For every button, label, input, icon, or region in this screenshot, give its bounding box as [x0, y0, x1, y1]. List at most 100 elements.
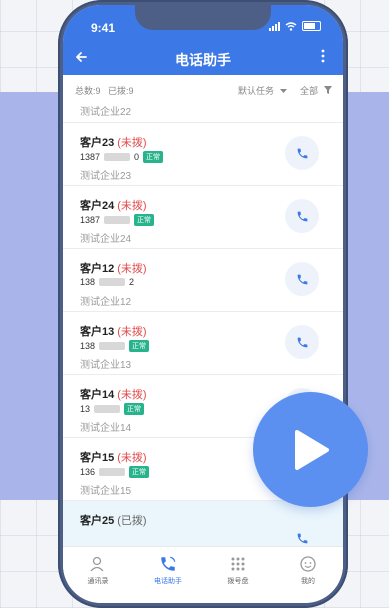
contact-name-line: 客户23 (未拨)	[80, 134, 147, 150]
contact-name-line: 客户14 (未拨)	[80, 386, 147, 402]
phone-prefix: 1387	[80, 215, 101, 225]
company-name: 测试企业14	[80, 423, 132, 434]
phone-number: 138 2	[80, 277, 134, 287]
phone-prefix: 138	[80, 277, 96, 287]
company-name: 测试企业23	[80, 171, 132, 182]
company-name: 测试企业15	[80, 486, 132, 497]
phone-screen: 9:41 电话助手 总数:9 已拨:9 默认任务 全部 测试企业22 客户23 …	[63, 5, 343, 603]
company-name: 测试企业22	[80, 107, 132, 118]
filter-icon	[323, 86, 332, 94]
masked-digits	[104, 216, 131, 224]
contact-name: 客户13	[80, 326, 115, 338]
phone-suffix: 2	[129, 277, 135, 287]
masked-digits	[99, 278, 126, 286]
total-count: 总数:9	[75, 86, 101, 96]
phone-prefix: 1387	[80, 152, 101, 162]
contact-name: 客户23	[80, 137, 115, 149]
filter-bar: 总数:9 已拨:9 默认任务 全部	[63, 75, 343, 101]
play-button[interactable]	[253, 392, 368, 507]
call-button[interactable]	[285, 325, 319, 359]
phone-number: 13 正常	[80, 403, 145, 415]
all-filter[interactable]: 全部	[300, 84, 332, 97]
company-name: 测试企业12	[80, 297, 132, 308]
contact-name-line: 客户13 (未拨)	[80, 323, 147, 339]
contact-name: 客户25	[80, 515, 115, 527]
status-badge: 正常	[134, 214, 155, 226]
phone-icon	[297, 148, 307, 158]
wifi-icon	[285, 21, 297, 31]
tab-label: 电话助手	[154, 578, 182, 585]
phone-prefix: 13	[80, 404, 91, 414]
call-status: (未拨)	[117, 200, 147, 212]
contact-name: 客户14	[80, 389, 115, 401]
call-status: (未拨)	[117, 137, 147, 149]
phone-notch	[135, 5, 271, 30]
list-item[interactable]: 客户13 (未拨) 138 正常 测试企业13	[63, 312, 343, 375]
battery-icon	[302, 21, 321, 31]
call-status: (未拨)	[117, 263, 147, 275]
contact-name: 客户15	[80, 452, 115, 464]
list-item[interactable]: 客户23 (未拨) 1387 0 正常 测试企业23	[63, 123, 343, 186]
masked-digits	[99, 342, 126, 350]
contact-name: 客户12	[80, 263, 115, 275]
tab-label: 通讯录	[87, 578, 109, 585]
status-badge: 正常	[129, 340, 150, 352]
tab-contacts[interactable]: 通讯录	[63, 547, 133, 603]
contact-name-line: 客户24 (未拨)	[80, 197, 147, 213]
play-icon	[294, 429, 329, 470]
app-header: 9:41 电话助手	[63, 5, 343, 75]
contacts-icon	[90, 556, 104, 572]
status-badge: 正常	[129, 466, 150, 478]
phone-icon	[297, 337, 307, 347]
status-badge: 正常	[124, 403, 145, 415]
contact-name-line: 客户15 (未拨)	[80, 449, 147, 465]
tab-bar: 通讯录 电话助手 拨号盘 我的	[63, 546, 343, 603]
phone-number: 136 正常	[80, 466, 150, 478]
phone-number: 1387 正常	[80, 214, 155, 226]
call-button[interactable]	[285, 199, 319, 233]
tab-label: 拨号盘	[227, 578, 249, 585]
status-badge: 正常	[143, 151, 164, 163]
tab-label: 我的	[301, 578, 315, 585]
tab-dialpad[interactable]: 拨号盘	[203, 547, 273, 603]
phone-number: 138 正常	[80, 340, 150, 352]
contact-name: 客户24	[80, 200, 115, 212]
masked-digits	[104, 153, 131, 161]
call-button[interactable]	[285, 136, 319, 170]
call-status: (未拨)	[117, 452, 147, 464]
dialpad-icon	[231, 557, 245, 571]
list-item[interactable]: 客户12 (未拨) 138 2 测试企业12	[63, 249, 343, 312]
call-status: (未拨)	[117, 389, 147, 401]
profile-icon	[300, 556, 316, 572]
call-status: (未拨)	[117, 326, 147, 338]
masked-digits	[99, 468, 126, 476]
page-title: 电话助手	[175, 52, 231, 68]
all-filter-label: 全部	[300, 86, 319, 96]
tab-mine[interactable]: 我的	[273, 547, 343, 603]
more-menu-icon[interactable]	[321, 49, 325, 68]
contact-name-line: 客户25 (已拨)	[80, 512, 147, 528]
dialed-count: 已拨:9	[108, 86, 134, 96]
status-icons	[269, 21, 321, 31]
list-item[interactable]: 客户24 (未拨) 1387 正常 测试企业24	[63, 186, 343, 249]
chevron-down-icon	[279, 89, 287, 93]
task-dropdown[interactable]: 默认任务	[238, 84, 287, 97]
task-dropdown-label: 默认任务	[238, 86, 275, 96]
background-band-fade	[0, 92, 60, 500]
call-status: (已拨)	[117, 515, 147, 527]
tab-phone-assistant[interactable]: 电话助手	[133, 547, 203, 603]
phone-icon	[297, 533, 307, 543]
phone-number: 1387 0 正常	[80, 151, 164, 163]
signal-icon	[269, 21, 280, 31]
list-item[interactable]: 测试企业22	[63, 101, 343, 123]
status-time: 9:41	[91, 21, 116, 35]
contact-name-line: 客户12 (未拨)	[80, 260, 147, 276]
phone-suffix: 0	[134, 152, 140, 162]
company-name: 测试企业13	[80, 360, 132, 371]
masked-digits	[94, 405, 121, 413]
call-button[interactable]	[285, 262, 319, 296]
company-name: 测试企业24	[80, 234, 132, 245]
phone-prefix: 136	[80, 467, 96, 477]
phone-icon	[297, 211, 307, 221]
phone-prefix: 138	[80, 341, 96, 351]
